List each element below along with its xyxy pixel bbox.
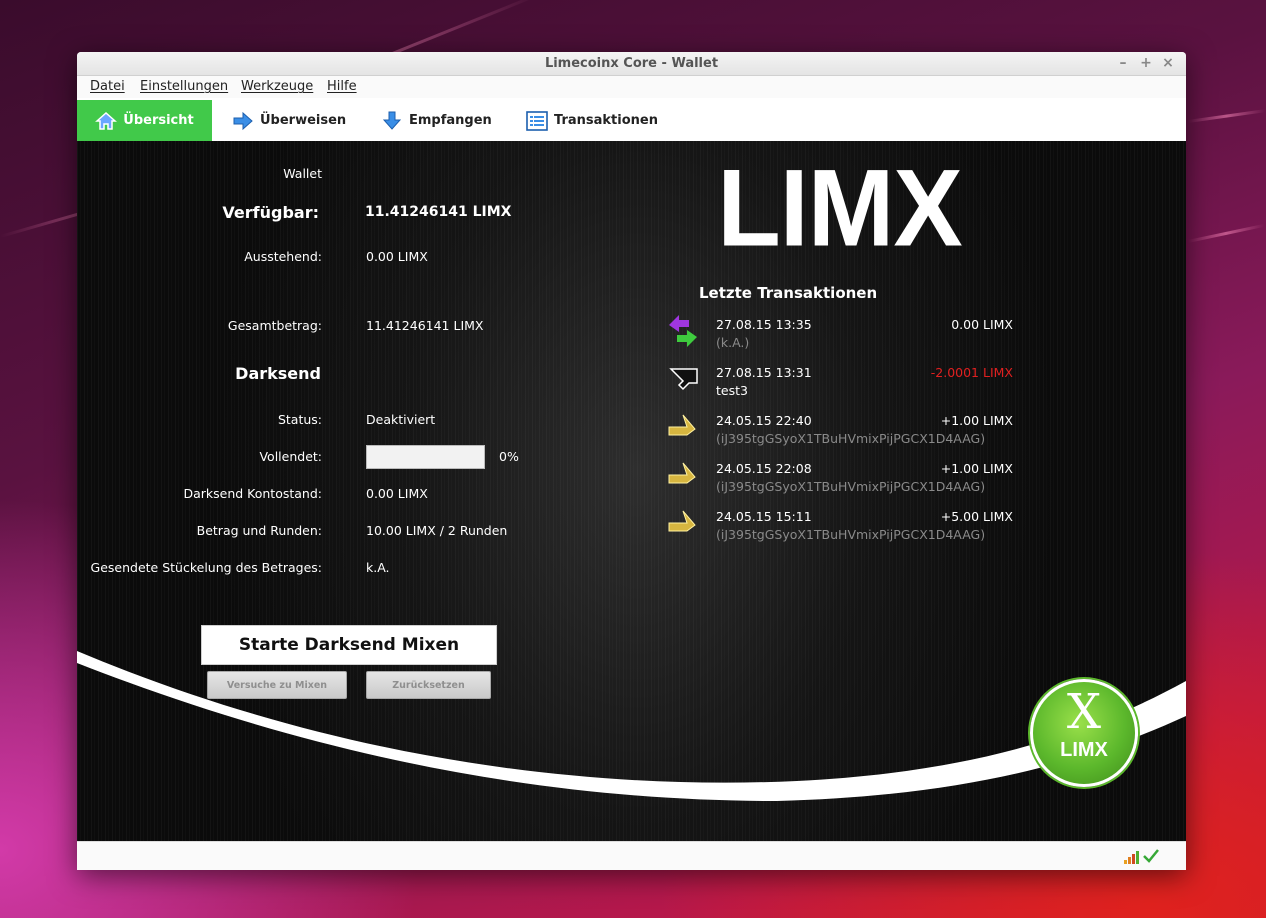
- transaction-address: (iJ395tgGSyoX1TBuHVmixPijPGCX1D4AAG): [716, 431, 986, 446]
- transaction-amount: -2.0001 LIMX: [930, 365, 1013, 380]
- signal-bars-icon[interactable]: [1123, 850, 1141, 864]
- darksend-completed-percent: 0%: [499, 449, 519, 464]
- darksend-heading: Darksend: [235, 364, 321, 383]
- start-mixing-button[interactable]: Starte Darksend Mixen: [201, 625, 497, 665]
- maximize-button[interactable]: +: [1135, 52, 1157, 75]
- menu-bar: Datei Einstellungen Werkzeuge Hilfe: [77, 76, 1186, 98]
- wallpaper-streak: [1187, 223, 1265, 243]
- transaction-date: 27.08.15 13:31: [716, 365, 812, 380]
- transaction-amount: +1.00 LIMX: [940, 461, 1013, 476]
- menu-datei[interactable]: Datei: [90, 79, 125, 94]
- window-title: Limecoinx Core - Wallet: [544, 56, 719, 71]
- darksend-status-value: Deaktiviert: [366, 412, 436, 427]
- send-arrow-icon: [233, 111, 253, 130]
- transaction-amount: 0.00 LIMX: [951, 317, 1013, 332]
- total-label: Gesamtbetrag:: [227, 318, 322, 333]
- received-arrow-icon: [668, 510, 696, 532]
- received-arrow-icon: [668, 414, 696, 436]
- title-bar: Limecoinx Core - Wallet – + ×: [77, 52, 1186, 76]
- tab-overview[interactable]: Übersicht: [77, 100, 212, 141]
- transaction-date: 24.05.15 22:08: [716, 461, 812, 476]
- darksend-balance-value: 0.00 LIMX: [366, 486, 428, 501]
- available-value: 11.41246141 LIMX: [365, 204, 512, 220]
- darksend-completed-label: Vollendet:: [259, 449, 322, 464]
- list-icon: [526, 110, 548, 131]
- badge-letter: X: [1066, 684, 1102, 740]
- try-mixing-button[interactable]: Versuche zu Mixen: [207, 671, 347, 699]
- tab-send-label: Überweisen: [260, 113, 347, 128]
- recent-transactions-heading: Letzte Transaktionen: [699, 284, 878, 302]
- transaction-address: (k.A.): [716, 335, 750, 350]
- sync-check-icon[interactable]: [1142, 847, 1160, 865]
- darksend-progress-bar: [366, 445, 485, 469]
- darksend-amount-rounds-label: Betrag und Runden:: [196, 523, 322, 538]
- wallet-heading: Wallet: [283, 166, 322, 181]
- transaction-label: test3: [716, 383, 748, 398]
- darksend-status-label: Status:: [277, 412, 322, 427]
- limx-logo: LIMX: [717, 148, 962, 270]
- tab-receive-label: Empfangen: [409, 113, 492, 128]
- tab-receive[interactable]: Empfangen: [381, 100, 492, 141]
- transaction-amount: +5.00 LIMX: [940, 509, 1013, 524]
- menu-werkzeuge[interactable]: Werkzeuge: [241, 79, 313, 94]
- transaction-date: 27.08.15 13:35: [716, 317, 812, 332]
- darksend-denom-label: Gesendete Stückelung des Betrages:: [90, 560, 322, 575]
- transaction-address: (iJ395tgGSyoX1TBuHVmixPijPGCX1D4AAG): [716, 479, 986, 494]
- sent-arrow-icon: [669, 368, 698, 391]
- minimize-button[interactable]: –: [1112, 52, 1134, 75]
- available-label: Verfügbar:: [222, 203, 319, 222]
- close-button[interactable]: ×: [1157, 52, 1179, 75]
- tab-send[interactable]: Überweisen: [232, 100, 346, 141]
- receive-arrow-icon: [382, 111, 402, 130]
- transaction-date: 24.05.15 22:40: [716, 413, 812, 428]
- mixing-arrows-icon: [669, 315, 697, 347]
- received-arrow-icon: [668, 462, 696, 484]
- pending-value: 0.00 LIMX: [366, 249, 428, 264]
- darksend-amount-rounds-value: 10.00 LIMX / 2 Runden: [366, 523, 508, 538]
- darksend-balance-label: Darksend Kontostand:: [183, 486, 322, 501]
- wallpaper-streak: [1187, 109, 1266, 123]
- reset-button[interactable]: Zurücksetzen: [366, 671, 491, 699]
- wallet-window: Limecoinx Core - Wallet – + × Datei Eins…: [77, 52, 1186, 870]
- menu-hilfe[interactable]: Hilfe: [327, 79, 357, 94]
- total-value: 11.41246141 LIMX: [366, 318, 484, 333]
- pending-label: Ausstehend:: [244, 249, 322, 264]
- toolbar: Übersicht Überweisen Empfangen Transakti…: [77, 98, 1186, 142]
- overview-panel: Wallet Verfügbar: 11.41246141 LIMX Ausst…: [77, 141, 1186, 841]
- transaction-address: (iJ395tgGSyoX1TBuHVmixPijPGCX1D4AAG): [716, 527, 986, 542]
- darksend-denom-value: k.A.: [366, 560, 390, 575]
- tab-transactions[interactable]: Transaktionen: [526, 100, 658, 141]
- tab-transactions-label: Transaktionen: [554, 113, 658, 128]
- badge-text: LIMX: [1060, 739, 1108, 761]
- menu-einstellungen[interactable]: Einstellungen: [140, 79, 228, 94]
- home-icon: [95, 111, 118, 130]
- status-bar: [77, 841, 1186, 870]
- transaction-amount: +1.00 LIMX: [940, 413, 1013, 428]
- limx-badge-icon: X LIMX: [1030, 679, 1138, 787]
- transaction-date: 24.05.15 15:11: [716, 509, 812, 524]
- tab-overview-label: Übersicht: [123, 113, 194, 128]
